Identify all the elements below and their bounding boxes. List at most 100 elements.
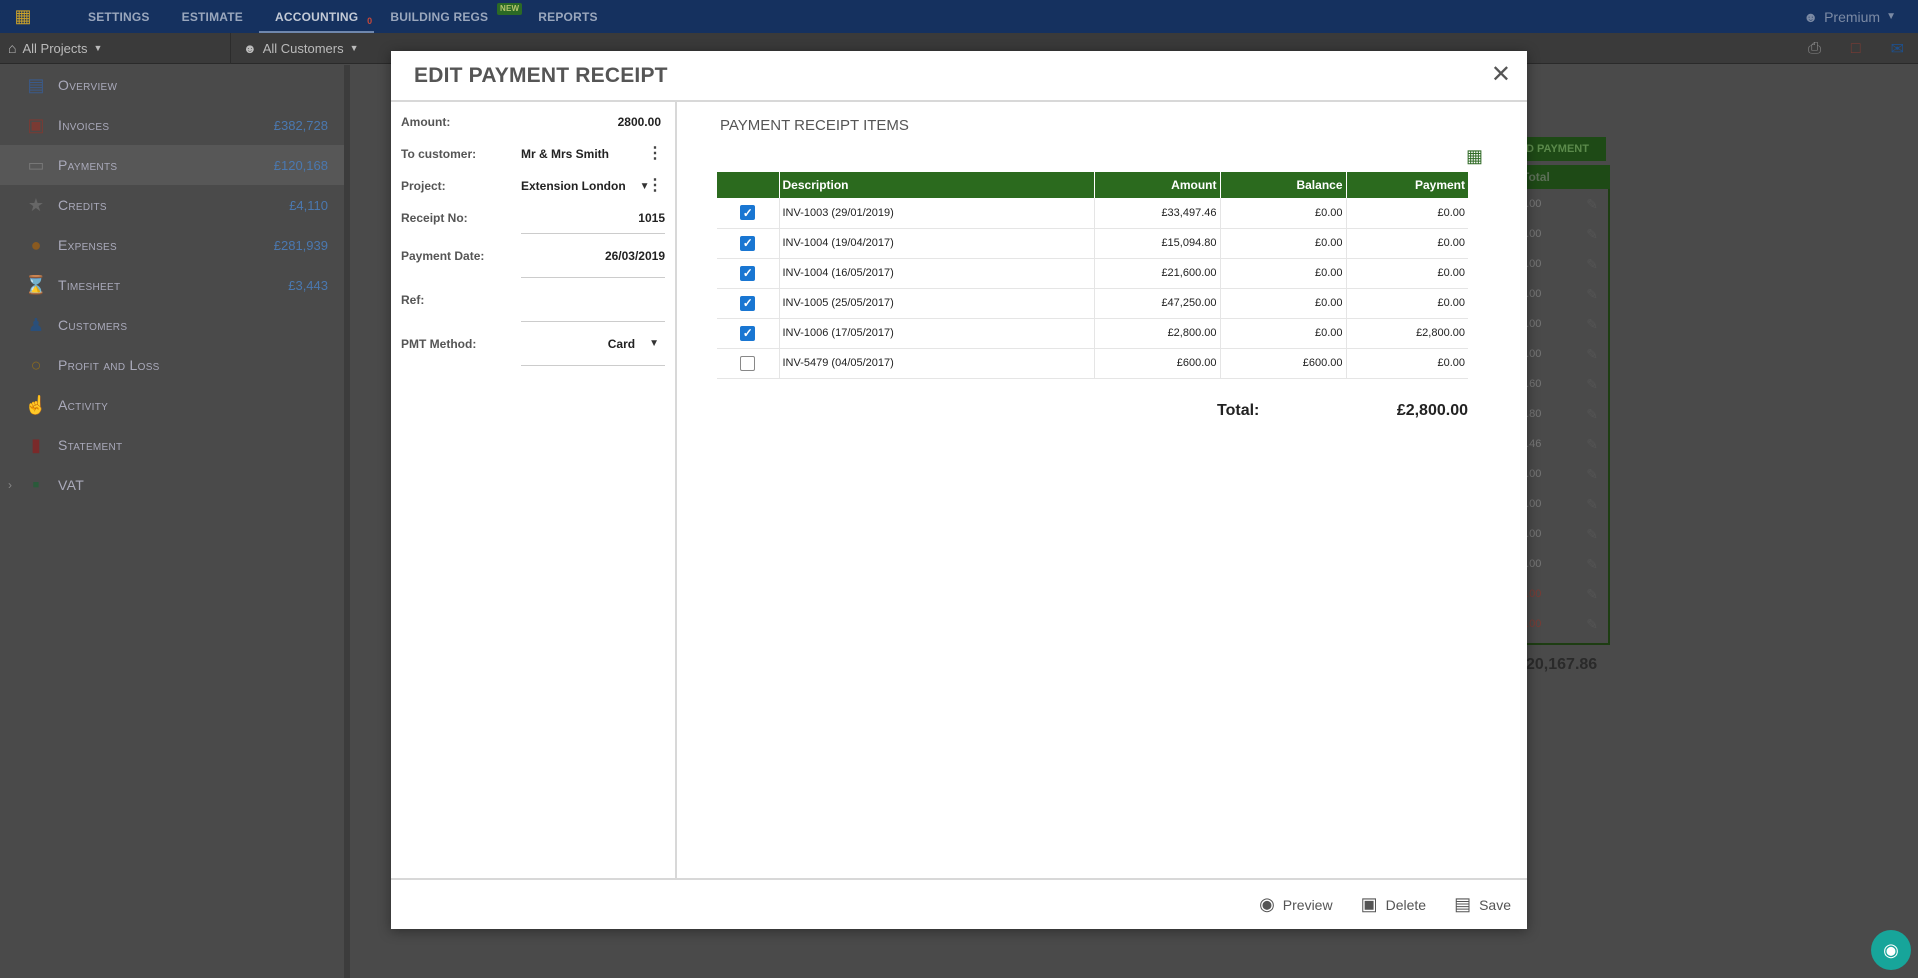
receipt-items-pane: PAYMENT RECEIPT ITEMS ▦ Description Amou…: [679, 102, 1527, 878]
app-logo-icon[interactable]: ▦: [8, 2, 38, 32]
user-icon: ☻: [1803, 8, 1819, 25]
chevron-right-icon[interactable]: ›: [8, 478, 12, 492]
nav-estimate[interactable]: ESTIMATE: [166, 0, 259, 33]
row-payment[interactable]: £0.00: [1346, 348, 1468, 379]
row-checkbox[interactable]: ✓: [740, 325, 756, 341]
close-icon[interactable]: ✕: [1491, 63, 1511, 87]
row-payment[interactable]: £0.00: [1346, 258, 1468, 289]
card-icon: ▭: [27, 154, 45, 175]
pencil-icon[interactable]: ✎: [1586, 556, 1598, 573]
sidebar-item-invoices[interactable]: ▣ Invoices £382,728: [0, 105, 344, 145]
pencil-icon[interactable]: ✎: [1586, 496, 1598, 513]
sidebar-item-credits[interactable]: ★ Credits £4,110: [0, 185, 344, 225]
row-description: INV-1004 (16/05/2017): [779, 258, 1095, 289]
pencil-icon[interactable]: ✎: [1586, 586, 1598, 603]
row-payment[interactable]: £0.00: [1346, 198, 1468, 229]
payment-date-input[interactable]: 26/03/2019: [521, 234, 665, 278]
receipt-items-table: Description Amount Balance Payment ✓ INV…: [717, 172, 1468, 379]
chart-icon: ▤: [27, 74, 45, 95]
sidebar-item-expenses[interactable]: ● Expenses £281,939: [0, 225, 344, 265]
amount-field[interactable]: 2800.00: [521, 115, 665, 129]
receipt-total: Total: £2,800.00: [717, 402, 1468, 426]
receipt-no-input[interactable]: 1015: [521, 202, 665, 234]
row-checkbox[interactable]: ✓: [740, 235, 756, 251]
table-row: 0.00 ✎: [1520, 189, 1610, 219]
pencil-icon[interactable]: ✎: [1586, 376, 1598, 393]
table-grid-icon[interactable]: ▦: [1466, 146, 1483, 167]
pencil-icon[interactable]: ✎: [1586, 406, 1598, 423]
pencil-icon[interactable]: ✎: [1586, 616, 1598, 633]
delete-label: Delete: [1385, 896, 1427, 913]
row-description: INV-1006 (17/05/2017): [779, 318, 1095, 349]
sidebar-item-activity[interactable]: ☝ Activity: [0, 385, 344, 425]
sidebar-item-amount: £120,168: [273, 157, 328, 173]
row-checkbox[interactable]: ✓: [740, 265, 756, 281]
nav-reports[interactable]: REPORTS: [522, 0, 613, 33]
save-button[interactable]: ▤ Save: [1454, 894, 1511, 915]
method-value: Card: [607, 336, 636, 351]
row-checkbox[interactable]: [740, 355, 756, 371]
row-amount: £21,600.00: [1094, 258, 1221, 289]
row-amount: £15,094.80: [1094, 228, 1221, 259]
sidebar-item-profit-loss[interactable]: ○ Profit and Loss: [0, 345, 344, 385]
pencil-icon[interactable]: ✎: [1586, 436, 1598, 453]
customers-filter-label: All Customers: [262, 40, 344, 56]
table-header-row: Description Amount Balance Payment: [717, 172, 1468, 198]
sidebar-item-label: Profit and Loss: [58, 357, 160, 373]
row-checkbox[interactable]: ✓: [740, 295, 756, 311]
sidebar: ▤ Overview ▣ Invoices £382,728 ▭ Payments £12…: [0, 65, 350, 978]
pencil-icon[interactable]: ✎: [1586, 346, 1598, 363]
row-balance: £0.00: [1220, 198, 1347, 229]
sidebar-item-customers[interactable]: ♟ Customers: [0, 305, 344, 345]
ref-input[interactable]: [521, 278, 665, 322]
sidebar-item-statement[interactable]: ▮ Statement: [0, 425, 344, 465]
sidebar-item-overview[interactable]: ▤ Overview: [0, 65, 344, 105]
dialog-header: EDIT PAYMENT RECEIPT: [391, 51, 1527, 102]
row-payment[interactable]: £2,800.00: [1346, 318, 1468, 349]
trash-icon: ▣: [1360, 894, 1378, 914]
pmt-method-select[interactable]: Card ▼: [521, 322, 665, 366]
row-payment[interactable]: £0.00: [1346, 288, 1468, 319]
pencil-icon[interactable]: ✎: [1586, 226, 1598, 243]
payment-column-header: Payment: [1346, 172, 1468, 198]
nav-accounting[interactable]: ACCOUNTING 0: [259, 0, 375, 33]
thumbs-icon: ☝: [24, 394, 48, 415]
table-row: 0.00 ✎: [1520, 519, 1610, 549]
pencil-icon[interactable]: ✎: [1586, 316, 1598, 333]
row-payment[interactable]: £0.00: [1346, 228, 1468, 259]
pdf-icon[interactable]: □: [1851, 40, 1861, 58]
dialog-footer: ◉ Preview ▣ Delete ▤ Save: [391, 878, 1527, 929]
customer-value: Mr & Mrs Smith: [521, 147, 610, 161]
invoice-icon: ▣: [27, 114, 45, 135]
project-more-icon[interactable]: ⋮: [647, 178, 663, 194]
customer-more-icon[interactable]: ⋮: [647, 146, 663, 162]
project-label: Project:: [401, 179, 446, 193]
project-select[interactable]: Extension London ▼: [521, 179, 665, 193]
table-row: 0.00 ✎: [1520, 279, 1610, 309]
sidebar-item-vat[interactable]: › ■ VAT: [0, 465, 344, 505]
nav-building-regs-label: BUILDING REGS: [390, 10, 489, 24]
dialog-body: Amount: 2800.00 To customer: Mr & Mrs Sm…: [391, 102, 1527, 878]
user-menu[interactable]: ☻ Premium ▼: [1803, 0, 1896, 33]
amount-label: Amount:: [401, 115, 451, 129]
payments-table-header: Total: [1520, 165, 1610, 189]
pencil-icon[interactable]: ✎: [1586, 256, 1598, 273]
projects-filter[interactable]: ⌂ All Projects ▼: [0, 40, 230, 56]
print-icon[interactable]: ⎙: [1808, 40, 1821, 58]
pencil-icon[interactable]: ✎: [1586, 526, 1598, 543]
pencil-icon[interactable]: ✎: [1586, 196, 1598, 213]
email-icon[interactable]: ✉: [1891, 39, 1904, 59]
row-checkbox[interactable]: ✓: [740, 205, 756, 221]
customer-select[interactable]: Mr & Mrs Smith: [521, 147, 665, 161]
receipt-row: Receipt No: 1015: [401, 202, 665, 234]
date-value: 26/03/2019: [604, 248, 665, 263]
chat-icon[interactable]: ◉: [1871, 930, 1911, 970]
sidebar-item-timesheet[interactable]: ⌛ Timesheet £3,443: [0, 265, 344, 305]
nav-building-regs[interactable]: BUILDING REGS NEW: [374, 0, 523, 33]
preview-button[interactable]: ◉ Preview: [1259, 894, 1333, 915]
nav-settings[interactable]: SETTINGS: [72, 0, 166, 33]
delete-button[interactable]: ▣ Delete: [1361, 894, 1426, 915]
pencil-icon[interactable]: ✎: [1586, 466, 1598, 483]
sidebar-item-payments[interactable]: ▭ Payments £120,168: [0, 145, 344, 185]
pencil-icon[interactable]: ✎: [1586, 286, 1598, 303]
